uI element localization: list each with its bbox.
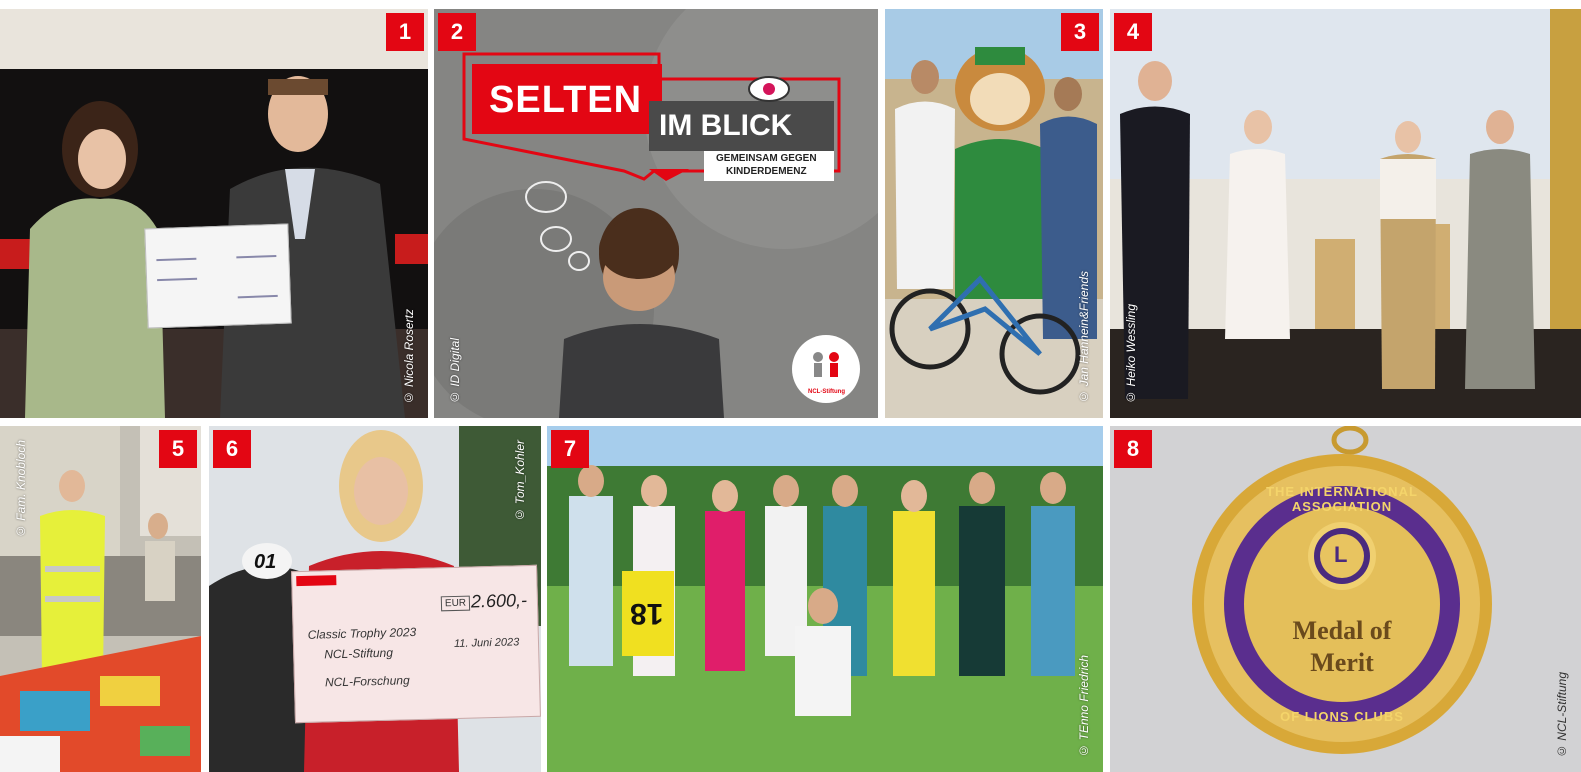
foundation-logo-text: NCL-Stiftung — [808, 389, 845, 395]
photo-medal-of-merit: L THE INTERNATIONAL ASSOCIATION OF LIONS… — [1110, 426, 1581, 772]
donation-check: EUR 2.600,- Classic Trophy 2023 NCL-Stif… — [291, 564, 541, 724]
photo-credit: © Heiko Wessling — [1124, 304, 1138, 404]
photo-credit: © Jan Hannein&Friends — [1077, 271, 1091, 404]
medal-text-line-1: Medal of — [1292, 616, 1392, 645]
check-currency: EUR — [440, 595, 471, 612]
medal-emblem: L — [1334, 542, 1348, 567]
photo-number-badge: 3 — [1061, 13, 1099, 51]
check-line-3: NCL-Forschung — [324, 673, 410, 690]
photo-credit: © Nicola Rosertz — [402, 308, 416, 404]
campaign-tagline-1: GEMEINSAM GEGEN — [716, 153, 817, 164]
check-sign — [144, 223, 292, 329]
photo-credit: © Tom_Kohler — [513, 440, 527, 522]
campaign-subtitle: IM BLICK — [659, 109, 793, 142]
photo-book-sale: 5 © Fam. Knobloch — [0, 426, 201, 772]
check-amount: 2.600,- — [470, 590, 528, 612]
check-line-1: Classic Trophy 2023 — [307, 624, 417, 642]
photo-number-badge: 4 — [1114, 13, 1152, 51]
photo-golf-group: 18 7 © TEnno Friedrich — [547, 426, 1103, 772]
photo-1-scene — [0, 9, 428, 418]
photo-credit: © ID Digital — [448, 337, 462, 404]
photo-credit: © NCL-Stiftung — [1555, 671, 1569, 758]
photo-credit: © Fam. Knobloch — [14, 440, 28, 539]
photo-credit: © TEnno Friedrich — [1077, 655, 1091, 758]
photo-number-badge: 6 — [213, 430, 251, 468]
photo-4-scene — [1110, 9, 1581, 418]
photo-mascot-bicycle: 3 © Jan Hannein&Friends — [885, 9, 1103, 418]
car-number: 01 — [254, 551, 277, 573]
photo-number-badge: 2 — [438, 13, 476, 51]
photo-5-scene — [0, 426, 201, 772]
golf-flag-number: 18 — [630, 597, 664, 630]
photo-campaign-poster: SELTEN IM BLICK GEMEINSAM GEGEN KINDERDE… — [434, 9, 878, 418]
photo-3-scene — [885, 9, 1103, 418]
medal-top-inscription: THE INTERNATIONAL ASSOCIATION — [1266, 484, 1418, 514]
photo-2-scene — [434, 9, 878, 418]
check-line-2: NCL-Stiftung — [324, 645, 394, 662]
medal-bottom-inscription: OF LIONS CLUBS — [1280, 709, 1404, 724]
campaign-title: SELTEN — [489, 79, 643, 121]
campaign-tagline-2: KINDERDEMENZ — [726, 166, 807, 177]
check-date: 11. Juni 2023 — [453, 636, 520, 651]
photo-number-badge: 8 — [1114, 430, 1152, 468]
photo-number-badge: 5 — [159, 430, 197, 468]
photo-stage-event: 4 © Heiko Wessling — [1110, 9, 1581, 418]
photo-number-badge: 7 — [551, 430, 589, 468]
photo-check-handover: 1 © Nicola Rosertz — [0, 9, 428, 418]
medal-text-line-2: Merit — [1310, 648, 1374, 677]
photo-donation-check: 01 EUR 2.600,- Classic Trophy 2023 NCL-S… — [209, 426, 541, 772]
photo-number-badge: 1 — [386, 13, 424, 51]
